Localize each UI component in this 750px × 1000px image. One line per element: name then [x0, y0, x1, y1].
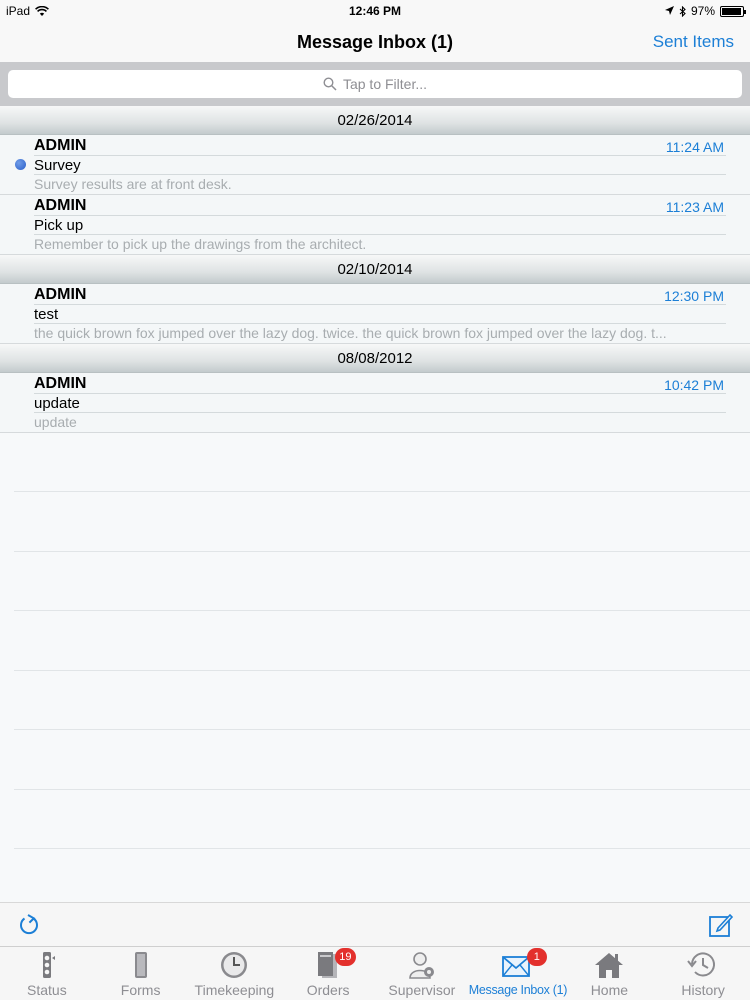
row-divider — [34, 174, 726, 175]
tab-home[interactable]: Home — [563, 947, 657, 1000]
refresh-icon[interactable] — [16, 912, 42, 938]
message-sender: ADMIN — [34, 286, 87, 303]
forms-icon — [134, 952, 147, 978]
message-preview: Remember to pick up the drawings from th… — [34, 236, 367, 252]
message-subject: test — [34, 306, 59, 323]
tab-label: Orders — [306, 982, 350, 998]
filter-placeholder: Tap to Filter... — [342, 76, 428, 92]
message-preview: update — [34, 414, 77, 430]
tab-label: Message Inbox (1) — [468, 983, 568, 997]
tab-history[interactable]: History — [656, 947, 750, 1000]
bluetooth-icon — [679, 5, 686, 17]
clock: 12:46 PM — [348, 4, 402, 18]
message-subject: Survey — [34, 157, 81, 174]
message-sender: ADMIN — [34, 137, 87, 154]
empty-row-divider — [14, 610, 750, 611]
navigation-bar: Message Inbox (1) Sent Items — [0, 22, 750, 62]
message-time: 12:30 PM — [664, 288, 724, 304]
tab-supervisor[interactable]: Supervisor — [375, 947, 469, 1000]
tab-message-inbox[interactable]: 1 Message Inbox (1) — [468, 947, 568, 1000]
row-divider — [34, 412, 726, 413]
tab-label: Forms — [120, 982, 161, 998]
tab-label: Status — [27, 982, 67, 998]
tab-label: History — [681, 982, 725, 998]
tab-label: Home — [590, 982, 629, 998]
empty-row-divider — [14, 848, 750, 849]
tab-bar: Status Forms Timekeeping 19 Orders Super… — [0, 946, 750, 1000]
tab-label: Timekeeping — [194, 982, 275, 998]
message-time: 11:23 AM — [665, 199, 724, 215]
message-row[interactable]: ADMIN 11:23 AM Pick up Remember to pick … — [0, 195, 750, 255]
section-header: 02/10/2014 — [0, 255, 750, 284]
battery-icon — [720, 5, 746, 17]
row-divider — [34, 155, 726, 156]
row-divider — [34, 215, 726, 216]
message-time: 10:42 PM — [664, 377, 724, 393]
status-bar: iPad 12:46 PM 97% — [0, 0, 750, 22]
compose-icon[interactable] — [708, 912, 734, 938]
message-row[interactable]: ADMIN 12:30 PM test the quick brown fox … — [0, 284, 750, 344]
tab-status[interactable]: Status — [0, 947, 94, 1000]
status-icon — [42, 952, 55, 978]
empty-list-area — [0, 432, 750, 902]
history-icon — [687, 952, 716, 977]
section-header: 02/26/2014 — [0, 106, 750, 135]
message-list: 02/26/2014 ADMIN 11:24 AM Survey Survey … — [0, 106, 750, 433]
message-sender: ADMIN — [34, 375, 87, 392]
orders-badge: 19 — [335, 948, 356, 966]
row-divider — [34, 393, 726, 394]
empty-row-divider — [14, 789, 750, 790]
section-header: 08/08/2012 — [0, 344, 750, 373]
message-preview: the quick brown fox jumped over the lazy… — [34, 325, 667, 341]
search-icon — [323, 77, 337, 91]
row-divider — [34, 304, 726, 305]
search-bar: Tap to Filter... — [0, 62, 750, 106]
bottom-toolbar — [0, 902, 750, 946]
tab-timekeeping[interactable]: Timekeeping — [188, 947, 282, 1000]
page-title: Message Inbox (1) — [296, 32, 454, 52]
message-row[interactable]: ADMIN 10:42 PM update update — [0, 373, 750, 433]
clock-icon — [221, 952, 248, 978]
empty-row-divider — [14, 670, 750, 671]
message-subject: update — [34, 395, 80, 412]
message-subject: Pick up — [34, 217, 84, 234]
empty-row-divider — [14, 729, 750, 730]
home-icon — [595, 953, 624, 978]
empty-row-divider — [14, 491, 750, 492]
tab-forms[interactable]: Forms — [94, 947, 188, 1000]
inbox-badge: 1 — [526, 948, 547, 966]
message-preview: Survey results are at front desk. — [34, 176, 232, 192]
location-arrow-icon — [664, 6, 674, 15]
message-sender: ADMIN — [34, 197, 87, 214]
filter-input[interactable]: Tap to Filter... — [8, 70, 742, 98]
supervisor-icon — [409, 952, 434, 979]
empty-row-divider — [14, 551, 750, 552]
row-divider — [34, 323, 726, 324]
unread-dot-icon — [15, 159, 26, 170]
tab-label: Supervisor — [388, 982, 456, 998]
battery-percent: 97% — [690, 4, 715, 18]
tab-orders[interactable]: 19 Orders — [281, 947, 375, 1000]
message-time: 11:24 AM — [665, 139, 724, 155]
row-divider — [34, 234, 726, 235]
sent-items-button[interactable]: Sent Items — [653, 32, 734, 52]
message-row[interactable]: ADMIN 11:24 AM Survey Survey results are… — [0, 135, 750, 195]
